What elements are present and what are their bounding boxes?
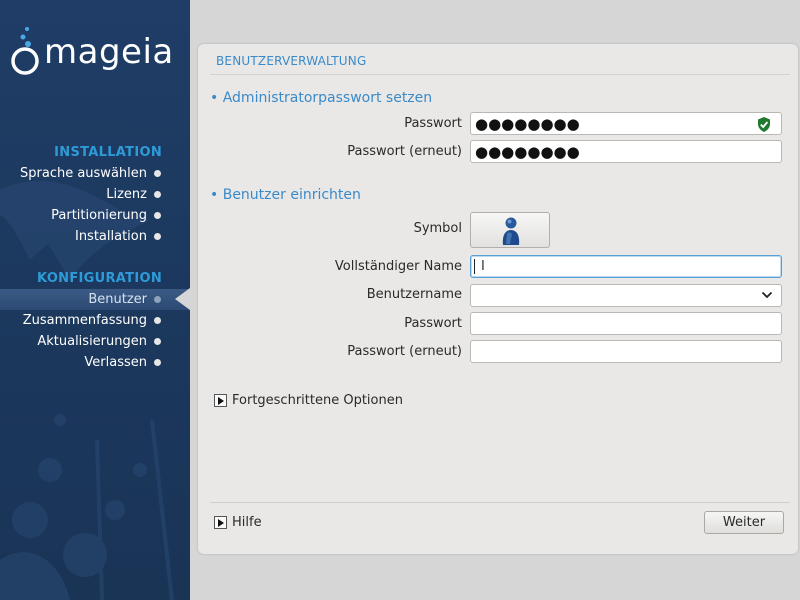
user-password-field[interactable]: [470, 312, 782, 335]
chevron-down-icon[interactable]: [761, 290, 773, 300]
admin-password-repeat-field[interactable]: ●●●●●●●●: [470, 140, 782, 163]
help-label: Hilfe: [232, 515, 262, 530]
step-aktualisierungen: Aktualisierungen: [0, 331, 190, 352]
mageia-logo: mageia: [8, 26, 184, 76]
step-bullet-icon: [154, 233, 161, 240]
step-installation: Installation: [0, 226, 190, 247]
step-sprache-auswaehlen: Sprache auswählen: [0, 163, 190, 184]
user-management-panel: BENUTZERVERWALTUNG • Administratorpasswo…: [198, 44, 798, 554]
admin-password-repeat-value: ●●●●●●●●: [475, 143, 580, 161]
title-divider: [210, 74, 790, 75]
user-password-repeat-field[interactable]: [470, 340, 782, 363]
step-lizenz: Lizenz: [0, 184, 190, 205]
admin-password-value: ●●●●●●●●: [475, 115, 580, 133]
step-label: Installation: [74, 229, 147, 244]
help-expander[interactable]: Hilfe: [214, 515, 262, 530]
text-caret: [474, 259, 475, 274]
step-verlassen: Verlassen: [0, 352, 190, 373]
advanced-options-expander[interactable]: Fortgeschrittene Optionen: [214, 393, 403, 408]
step-bullet-icon: [154, 170, 161, 177]
footer-divider: [210, 502, 790, 503]
step-label: Partitionierung: [51, 208, 147, 223]
step-bullet-icon: [154, 338, 161, 345]
step-label: Zusammenfassung: [22, 313, 147, 328]
page-title: BENUTZERVERWALTUNG: [216, 54, 367, 68]
logo-wordmark: mageia: [44, 32, 174, 72]
user-password-repeat-label: Passwort (erneut): [347, 344, 462, 359]
step-bullet-icon: [154, 212, 161, 219]
step-label: Verlassen: [84, 355, 147, 370]
step-zusammenfassung: Zusammenfassung: [0, 310, 190, 331]
username-label: Benutzername: [366, 287, 462, 302]
user-password-label: Passwort: [404, 316, 462, 331]
step-bullet-icon: [154, 317, 161, 324]
step-label: Sprache auswählen: [20, 166, 147, 181]
ibeam-cursor-icon: I: [481, 259, 485, 274]
step-bullet-icon: [154, 359, 161, 366]
step-bullet-icon: [154, 296, 161, 303]
section-installation: INSTALLATION: [54, 145, 162, 160]
active-step-pointer: [175, 288, 190, 310]
section-konfiguration: KONFIGURATION: [37, 271, 162, 286]
user-symbol-button[interactable]: [470, 212, 550, 248]
step-label: Aktualisierungen: [37, 334, 147, 349]
user-avatar-icon: [502, 217, 520, 245]
step-partitionierung: Partitionierung: [0, 205, 190, 226]
step-bullet-icon: [154, 191, 161, 198]
mageia-cauldron-icon: [11, 27, 39, 75]
sidebar: mageia INSTALLATION Sprache auswählen Li…: [0, 0, 190, 600]
step-label: Lizenz: [106, 187, 147, 202]
fullname-field[interactable]: I: [470, 255, 782, 278]
admin-password-field[interactable]: ●●●●●●●●: [470, 112, 782, 135]
next-button[interactable]: Weiter: [704, 511, 784, 534]
advanced-options-label: Fortgeschrittene Optionen: [232, 393, 403, 408]
step-label: Benutzer: [88, 292, 147, 307]
admin-password-label: Passwort: [404, 116, 462, 131]
expand-arrow-icon: [214, 516, 227, 529]
symbol-label: Symbol: [413, 221, 462, 236]
admin-password-heading: • Administratorpasswort setzen: [210, 90, 433, 106]
admin-password-repeat-label: Passwort (erneut): [347, 144, 462, 159]
username-combobox[interactable]: [470, 284, 782, 307]
green-shield-check-icon: [758, 117, 770, 132]
step-benutzer: Benutzer: [0, 289, 190, 310]
user-setup-heading: • Benutzer einrichten: [210, 187, 361, 203]
expand-arrow-icon: [214, 394, 227, 407]
fullname-label: Vollständiger Name: [334, 259, 462, 274]
